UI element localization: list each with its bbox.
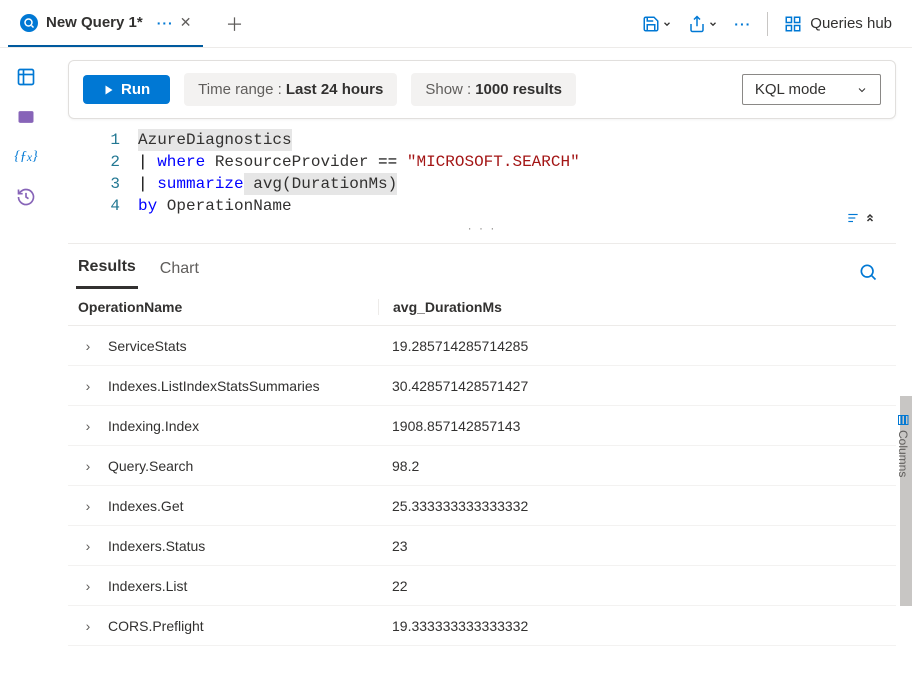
table-row[interactable]: ›Indexers.List22 <box>68 566 896 606</box>
cell-avg-durationms: 22 <box>378 578 896 594</box>
cell-operationname: Indexers.Status <box>108 538 378 554</box>
columns-panel-toggle[interactable]: Columns <box>894 408 912 483</box>
column-header-operationname[interactable]: OperationName <box>68 299 378 315</box>
play-icon <box>103 84 115 96</box>
log-analytics-icon <box>20 14 38 32</box>
tab-more-icon[interactable]: ··· <box>157 15 174 31</box>
expand-row-icon[interactable]: › <box>68 498 108 514</box>
expand-panel-button[interactable] <box>844 211 876 225</box>
share-button[interactable] <box>688 15 718 33</box>
expand-row-icon[interactable]: › <box>68 338 108 354</box>
cell-operationname: Indexes.ListIndexStatsSummaries <box>108 378 378 394</box>
results-table: OperationName avg_DurationMs ›ServiceSta… <box>68 289 896 673</box>
expand-row-icon[interactable]: › <box>68 618 108 634</box>
expand-row-icon[interactable]: › <box>68 458 108 474</box>
tables-icon[interactable] <box>15 66 37 88</box>
results-tabs: Results Chart <box>68 244 896 289</box>
column-header-avg-durationms[interactable]: avg_DurationMs <box>378 299 896 315</box>
columns-icon <box>897 414 909 426</box>
line-number: 1 <box>68 129 138 151</box>
cell-avg-durationms: 19.333333333333332 <box>378 618 896 634</box>
table-row[interactable]: ›Indexes.Get25.333333333333332 <box>68 486 896 526</box>
tab-results[interactable]: Results <box>76 254 138 289</box>
cell-operationname: Indexing.Index <box>108 418 378 434</box>
editor-line: 1AzureDiagnostics <box>68 129 896 151</box>
chevron-down-icon <box>708 19 718 29</box>
panel-resize-handle[interactable]: · · · <box>68 217 896 239</box>
cell-operationname: Query.Search <box>108 458 378 474</box>
cell-avg-durationms: 23 <box>378 538 896 554</box>
queries-hub-button[interactable]: Queries hub <box>784 15 892 33</box>
editor-line: 2| where ResourceProvider == "MICROSOFT.… <box>68 151 896 173</box>
line-number: 2 <box>68 151 138 173</box>
history-icon[interactable] <box>15 186 37 208</box>
cell-avg-durationms: 98.2 <box>378 458 896 474</box>
queries-hub-icon <box>784 15 802 33</box>
table-row[interactable]: ›Indexing.Index1908.857142857143 <box>68 406 896 446</box>
expand-row-icon[interactable]: › <box>68 378 108 394</box>
query-tab[interactable]: New Query 1* ··· ✕ <box>8 1 203 47</box>
cell-operationname: Indexers.List <box>108 578 378 594</box>
save-button[interactable] <box>642 15 672 33</box>
cell-operationname: CORS.Preflight <box>108 618 378 634</box>
line-number: 4 <box>68 195 138 217</box>
top-tab-bar: New Query 1* ··· ✕ ＋ ··· Queries hub <box>0 0 912 48</box>
mode-select[interactable]: KQL mode <box>742 74 881 105</box>
cell-operationname: Indexes.Get <box>108 498 378 514</box>
divider <box>767 12 768 36</box>
query-editor[interactable]: 1AzureDiagnostics2| where ResourceProvid… <box>68 129 896 217</box>
editor-line: 3| summarize avg(DurationMs) <box>68 173 896 195</box>
cell-operationname: ServiceStats <box>108 338 378 354</box>
table-row[interactable]: ›CORS.Preflight19.333333333333332 <box>68 606 896 646</box>
cell-avg-durationms: 19.285714285714285 <box>378 338 896 354</box>
table-row[interactable]: ›Query.Search98.2 <box>68 446 896 486</box>
tab-chart[interactable]: Chart <box>158 256 201 288</box>
new-tab-button[interactable]: ＋ <box>217 7 251 41</box>
chevron-down-icon <box>856 84 868 96</box>
double-chevron-up-icon <box>864 212 876 224</box>
cell-avg-durationms: 25.333333333333332 <box>378 498 896 514</box>
line-number: 3 <box>68 173 138 195</box>
queries-icon[interactable] <box>15 106 37 128</box>
expand-row-icon[interactable]: › <box>68 578 108 594</box>
tab-title: New Query 1* <box>46 14 143 31</box>
table-row[interactable]: ›ServiceStats19.285714285714285 <box>68 326 896 366</box>
expand-row-icon[interactable]: › <box>68 418 108 434</box>
expand-row-icon[interactable]: › <box>68 538 108 554</box>
result-limit-picker[interactable]: Show : 1000 results <box>411 73 576 106</box>
chevron-down-icon <box>662 19 672 29</box>
editor-line: 4by OperationName <box>68 195 896 217</box>
more-actions-button[interactable]: ··· <box>734 16 751 32</box>
table-row[interactable]: ›Indexes.ListIndexStatsSummaries30.42857… <box>68 366 896 406</box>
query-toolbar: Run Time range : Last 24 hours Show : 10… <box>68 60 896 119</box>
search-results-button[interactable] <box>858 262 888 282</box>
cell-avg-durationms: 30.428571428571427 <box>378 378 896 394</box>
cell-avg-durationms: 1908.857142857143 <box>378 418 896 434</box>
functions-icon[interactable]: {ƒx} <box>15 146 37 168</box>
run-button[interactable]: Run <box>83 75 170 104</box>
side-rail: {ƒx} <box>0 48 52 673</box>
table-row[interactable]: ›Indexers.Status23 <box>68 526 896 566</box>
close-icon[interactable]: ✕ <box>180 14 192 31</box>
time-range-picker[interactable]: Time range : Last 24 hours <box>184 73 397 106</box>
